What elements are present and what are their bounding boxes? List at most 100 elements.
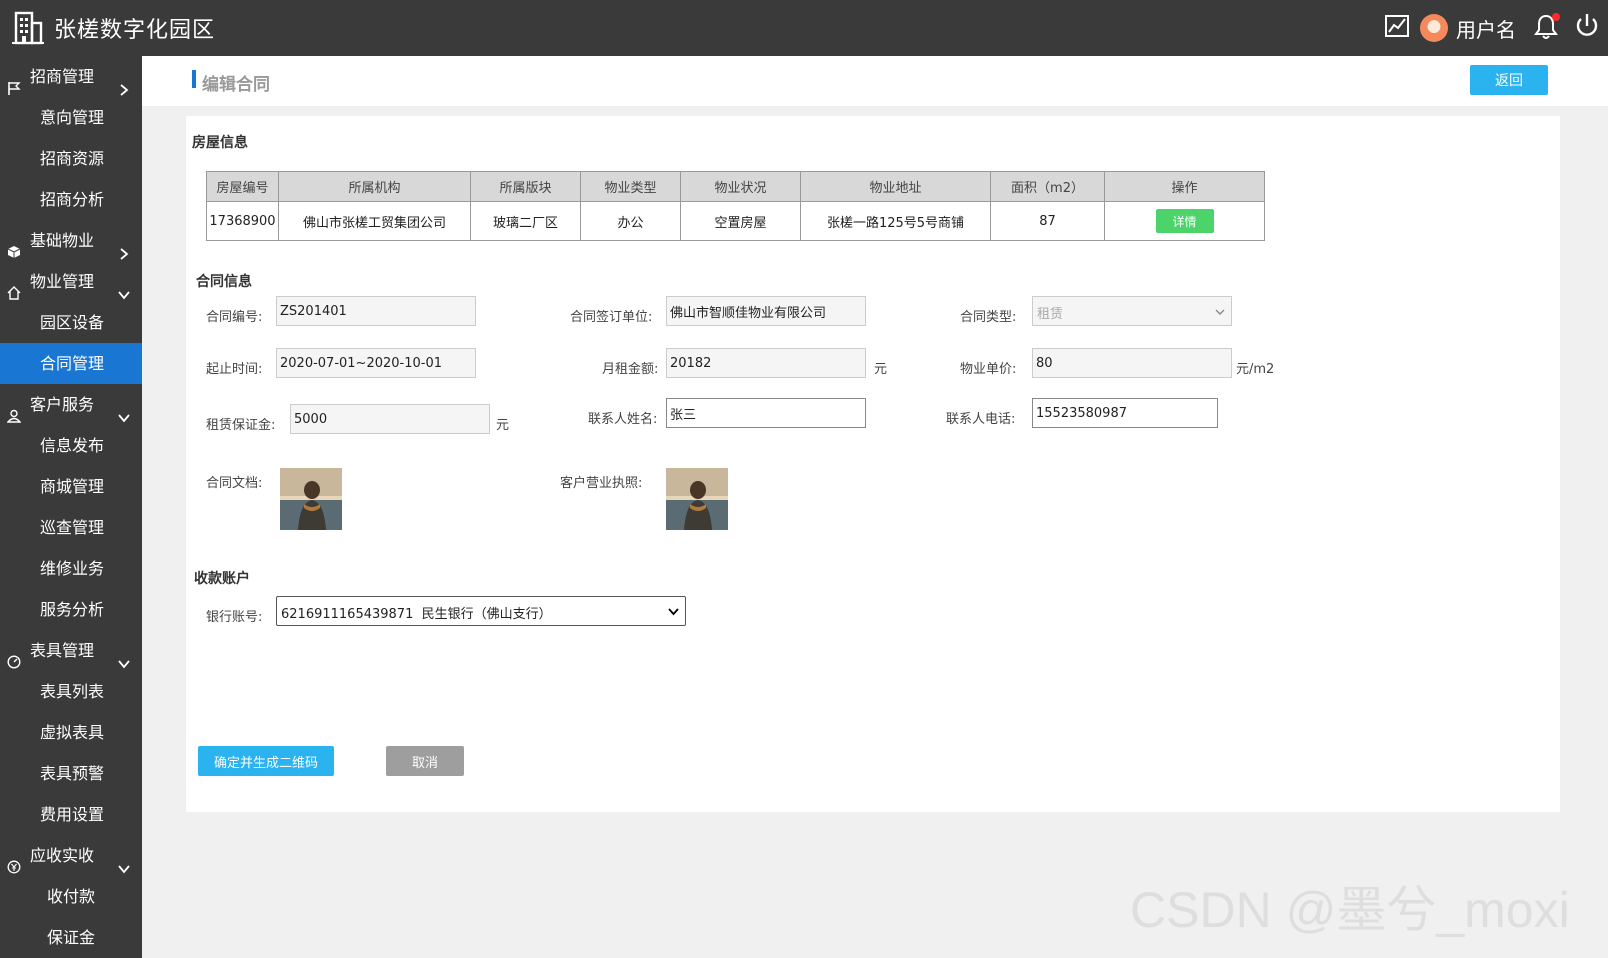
power-icon[interactable] <box>1574 12 1600 44</box>
sidebar-item-park-equipment[interactable]: 园区设备 <box>0 302 142 343</box>
chevron-down-icon <box>118 644 130 669</box>
avatar[interactable] <box>1420 14 1448 42</box>
sidebar-item-label: 保证金 <box>46 928 95 947</box>
business-license-label: 客户营业执照: <box>560 476 643 491</box>
table-header-row: 房屋编号 所属机构 所属版块 物业类型 物业状况 物业地址 面积（m2） 操作 <box>206 171 1265 202</box>
contract-info-title: 合同信息 <box>196 274 252 290</box>
sidebar-item-intent[interactable]: 意向管理 <box>0 97 142 138</box>
monthly-rent-label: 月租金额: <box>602 362 659 377</box>
sidebar-item-label: 合同管理 <box>40 354 105 373</box>
username[interactable]: 用户名 <box>1456 14 1516 43</box>
sidebar-item-label: 服务分析 <box>40 600 105 619</box>
sidebar-item-label: 基础物业 <box>30 231 95 250</box>
sidebar-item-service-analysis[interactable]: 服务分析 <box>0 589 142 630</box>
bell-icon[interactable] <box>1534 13 1560 43</box>
contact-phone-label: 联系人电话: <box>946 412 1016 427</box>
column-header: 物业地址 <box>800 171 991 202</box>
sidebar-item-label: 应收实收 <box>30 846 95 865</box>
chevron-right-icon <box>118 234 130 260</box>
sidebar-item-meter-list[interactable]: 表具列表 <box>0 671 142 712</box>
chevron-down-icon <box>118 398 130 423</box>
table-cell: 张槎一路125号5号商铺 <box>800 201 991 241</box>
deposit-input[interactable] <box>290 404 490 434</box>
sidebar-item-label: 招商管理 <box>30 67 95 86</box>
contact-name-label: 联系人姓名: <box>588 412 658 427</box>
rent-unit: 元 <box>874 362 888 377</box>
column-header: 所属版块 <box>470 171 581 202</box>
sidebar-item-investment[interactable]: 招商管理 <box>0 56 142 97</box>
period-label: 起止时间: <box>206 362 263 377</box>
sidebar-item-contract-management[interactable]: 合同管理 <box>0 343 142 384</box>
unit-price-input[interactable] <box>1032 348 1232 378</box>
sidebar-item-label: 信息发布 <box>40 436 105 455</box>
sidebar-item-customer-service[interactable]: 客户服务 <box>0 384 142 425</box>
sidebar-item-mall[interactable]: 商城管理 <box>0 466 142 507</box>
sidebar-item-label: 意向管理 <box>40 108 105 127</box>
detail-button[interactable]: 详情 <box>1155 209 1214 233</box>
business-license-image[interactable] <box>666 468 728 530</box>
contract-doc-image[interactable] <box>280 468 342 530</box>
top-header: 张槎数字化园区 用户名 <box>0 0 1608 56</box>
sidebar-item-fee-settings[interactable]: 费用设置 <box>0 794 142 835</box>
table-cell: 办公 <box>580 201 681 241</box>
cancel-button[interactable]: 取消 <box>386 746 464 776</box>
chevron-down-icon <box>1215 306 1225 316</box>
monthly-rent-input[interactable] <box>666 348 866 378</box>
flag-icon <box>7 69 21 95</box>
sidebar-item-payments[interactable]: 收付款 <box>0 876 142 917</box>
contact-name-input[interactable] <box>666 398 866 428</box>
sidebar-item-deposit[interactable]: 保证金 <box>0 917 142 958</box>
sidebar-item-receivables[interactable]: 应收实收 <box>0 835 142 876</box>
column-header: 所属机构 <box>278 171 471 202</box>
sidebar-item-analysis[interactable]: 招商分析 <box>0 179 142 220</box>
title-accent-bar <box>192 70 196 88</box>
column-header: 操作 <box>1104 171 1265 202</box>
sidebar: 招商管理 意向管理 招商资源 招商分析 基础物业 物业管理 园区设备 合同管理 … <box>0 56 142 958</box>
table-cell: 空置房屋 <box>680 201 801 241</box>
bank-value: 6216911165439871 民生银行（佛山支行） <box>281 607 552 622</box>
sidebar-item-resources[interactable]: 招商资源 <box>0 138 142 179</box>
signing-unit-input[interactable] <box>666 296 866 326</box>
sidebar-item-repair[interactable]: 维修业务 <box>0 548 142 589</box>
table-cell: 17368900 <box>206 201 279 241</box>
chevron-down-icon <box>118 849 130 874</box>
chart-trend-icon[interactable] <box>1384 13 1410 43</box>
form-card: 房屋信息 房屋编号 所属机构 所属版块 物业类型 物业状况 物业地址 面积（m2… <box>186 116 1560 812</box>
sidebar-item-info-publish[interactable]: 信息发布 <box>0 425 142 466</box>
sidebar-item-property-management[interactable]: 物业管理 <box>0 261 142 302</box>
contact-phone-input[interactable] <box>1032 398 1218 428</box>
sidebar-item-patrol[interactable]: 巡查管理 <box>0 507 142 548</box>
contract-type-label: 合同类型: <box>960 310 1017 325</box>
confirm-qrcode-button[interactable]: 确定并生成二维码 <box>198 746 334 776</box>
chevron-down-icon <box>668 606 679 617</box>
contract-no-input[interactable] <box>276 296 476 326</box>
sidebar-item-basic-property[interactable]: 基础物业 <box>0 220 142 261</box>
cube-icon <box>7 233 21 258</box>
sidebar-item-label: 表具列表 <box>40 682 105 701</box>
sidebar-item-label: 客户服务 <box>30 395 95 414</box>
column-header: 面积（m2） <box>990 171 1105 202</box>
sidebar-item-meter-alert[interactable]: 表具预警 <box>0 753 142 794</box>
yen-icon <box>7 848 21 874</box>
contract-type-value: 租赁 <box>1037 307 1064 322</box>
header-actions: 用户名 <box>1374 8 1608 48</box>
notification-dot <box>1552 13 1560 21</box>
account-title: 收款账户 <box>194 571 250 587</box>
home-icon <box>7 274 21 300</box>
sidebar-item-label: 表具预警 <box>40 764 105 783</box>
chevron-right-icon <box>118 70 130 96</box>
sidebar-item-label: 园区设备 <box>40 313 105 332</box>
bank-select[interactable]: 6216911165439871 民生银行（佛山支行） <box>276 596 686 626</box>
sidebar-item-meter-management[interactable]: 表具管理 <box>0 630 142 671</box>
sidebar-item-label: 虚拟表具 <box>40 723 105 742</box>
app-title: 张槎数字化园区 <box>54 18 216 43</box>
sidebar-item-virtual-meter[interactable]: 虚拟表具 <box>0 712 142 753</box>
table-cell: 玻璃二厂区 <box>470 201 581 241</box>
sidebar-item-label: 维修业务 <box>40 559 105 578</box>
contract-doc-label: 合同文档: <box>206 476 263 491</box>
period-input[interactable] <box>276 348 476 378</box>
table-cell: 佛山市张槎工贸集团公司 <box>278 201 471 241</box>
column-header: 物业状况 <box>680 171 801 202</box>
back-button[interactable]: 返回 <box>1470 65 1548 95</box>
contract-type-select[interactable]: 租赁 <box>1032 296 1232 326</box>
